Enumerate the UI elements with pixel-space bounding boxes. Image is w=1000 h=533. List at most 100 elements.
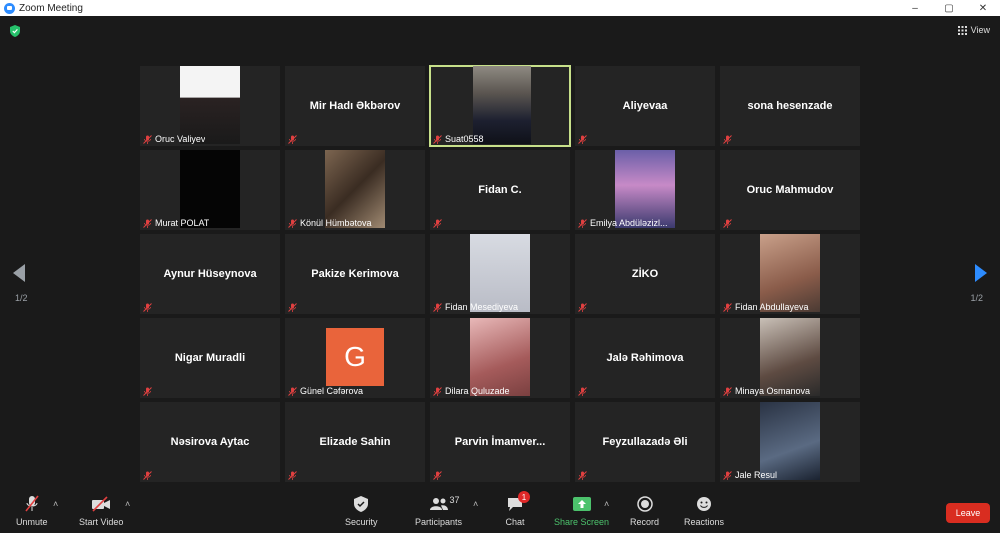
participant-video xyxy=(470,318,530,396)
share-screen-label: Share Screen xyxy=(554,517,610,527)
muted-mic-icon xyxy=(433,302,442,312)
participant-tile[interactable]: Suat0558 xyxy=(429,65,571,147)
close-button[interactable]: ✕ xyxy=(966,0,1000,16)
participant-name: Suat0558 xyxy=(445,134,484,144)
start-video-button[interactable]: Start Video xyxy=(79,494,123,527)
participant-tile[interactable]: Nəsirova Aytac xyxy=(140,402,280,482)
share-options-caret-icon[interactable]: ˄ xyxy=(604,499,609,509)
muted-mic-icon xyxy=(143,387,152,396)
muted-mic-icon xyxy=(433,219,442,228)
next-page-arrow-icon[interactable] xyxy=(975,264,987,282)
participant-mute-status xyxy=(143,471,152,480)
participant-name: Könül Hümbətova xyxy=(300,218,372,228)
participant-name: Murat POLAT xyxy=(155,218,210,228)
participant-name: Jale Resul xyxy=(735,470,778,480)
participant-label: Fidan Abdullayeva xyxy=(723,302,809,312)
participant-tile[interactable]: Minaya Osmanova xyxy=(720,318,860,398)
muted-mic-icon xyxy=(288,135,297,144)
participant-tile[interactable]: Feyzullazadə Əli xyxy=(575,402,715,482)
muted-mic-icon xyxy=(578,387,587,396)
participant-name: ZİKO xyxy=(631,268,659,280)
participants-count: 37 xyxy=(449,495,460,505)
participant-tile[interactable]: Emilya Abdüləzizl... xyxy=(575,150,715,230)
participant-tile[interactable]: Jalə Rəhimova xyxy=(575,318,715,398)
participant-name: Pakize Kerimova xyxy=(311,268,399,280)
participant-video xyxy=(180,150,240,228)
participant-name: Oruc Valiyev xyxy=(155,134,206,144)
audio-options-caret-icon[interactable]: ˄ xyxy=(53,499,58,509)
muted-mic-icon xyxy=(433,134,442,144)
participant-name: Feyzullazadə Əli xyxy=(602,436,688,448)
chat-button[interactable]: 1 Chat xyxy=(505,491,530,527)
participant-video xyxy=(615,150,675,228)
security-button[interactable]: Security xyxy=(345,494,378,527)
participant-name: Fidan Mesediyeva xyxy=(445,302,519,312)
participant-name: Günel Cəfərova xyxy=(300,386,364,396)
meeting-toolbar: Unmute ˄ Start Video ˄ Security 37 Parti… xyxy=(0,490,1000,533)
participant-mute-status xyxy=(288,135,297,144)
security-label: Security xyxy=(345,517,378,527)
participants-options-caret-icon[interactable]: ˄ xyxy=(473,499,478,509)
participant-name: Emilya Abdüləzizl... xyxy=(590,218,668,228)
minimize-button[interactable]: – xyxy=(898,0,932,16)
participant-tile[interactable]: Fidan Mesediyeva xyxy=(430,234,570,314)
muted-mic-icon xyxy=(143,471,152,480)
maximize-button[interactable]: ▢ xyxy=(932,0,966,16)
participants-button[interactable]: 37 Participants xyxy=(415,494,462,527)
unmute-label: Unmute xyxy=(16,517,48,527)
participant-tile[interactable]: Nigar Muradli xyxy=(140,318,280,398)
participant-tile[interactable]: Oruc Mahmudov xyxy=(720,150,860,230)
chat-bubble-icon: 1 xyxy=(505,491,530,514)
participant-label: Murat POLAT xyxy=(143,218,209,228)
video-options-caret-icon[interactable]: ˄ xyxy=(125,499,130,509)
participant-tile[interactable]: Dilara Quluzade xyxy=(430,318,570,398)
muted-mic-icon xyxy=(288,303,297,312)
participant-tile[interactable]: Murat POLAT xyxy=(140,150,280,230)
participant-tile[interactable]: Pakize Kerimova xyxy=(285,234,425,314)
participant-mute-status xyxy=(578,135,587,144)
participants-label: Participants xyxy=(415,517,463,527)
smiley-reactions-icon xyxy=(694,494,714,514)
participant-tile[interactable]: Aynur Hüseynova xyxy=(140,234,280,314)
record-button[interactable]: Record xyxy=(630,494,659,527)
participant-name: Fidan C. xyxy=(478,184,522,196)
muted-mic-icon xyxy=(578,471,587,480)
participant-tile[interactable]: sona hesenzade xyxy=(720,66,860,146)
chat-unread-badge: 1 xyxy=(518,491,530,503)
meeting-topbar: View xyxy=(0,16,1000,46)
encryption-shield-icon[interactable] xyxy=(10,25,20,37)
participant-mute-status xyxy=(143,387,152,396)
participant-label: Emilya Abdüləzizl... xyxy=(578,218,668,228)
view-button[interactable]: View xyxy=(957,25,990,35)
participant-tile[interactable]: Oruc Valiyev xyxy=(140,66,280,146)
participant-tile[interactable]: Mir Hadı Əkbərov xyxy=(285,66,425,146)
record-label: Record xyxy=(630,517,660,527)
previous-page-arrow-icon[interactable] xyxy=(13,264,25,282)
share-screen-button[interactable]: Share Screen xyxy=(554,494,609,527)
participant-tile[interactable]: Könül Hümbətova xyxy=(285,150,425,230)
participant-label: Fidan Mesediyeva xyxy=(433,302,518,312)
participant-tile[interactable]: Elizade Sahin xyxy=(285,402,425,482)
muted-mic-icon xyxy=(143,303,152,312)
participant-tile[interactable]: Parvin İmamver... xyxy=(430,402,570,482)
title-bar: Zoom Meeting – ▢ ✕ xyxy=(0,0,1000,16)
participant-label: Jale Resul xyxy=(723,470,777,480)
reactions-button[interactable]: Reactions xyxy=(684,494,724,527)
participant-video xyxy=(473,66,531,144)
participant-avatar: G xyxy=(326,328,384,386)
page-indicator-left: 1/2 xyxy=(15,293,28,303)
participant-video xyxy=(325,150,385,228)
page-indicator-right: 1/2 xyxy=(970,293,983,303)
participant-tile[interactable]: Aliyevaa xyxy=(575,66,715,146)
participant-tile[interactable]: G Günel Cəfərova xyxy=(285,318,425,398)
muted-mic-icon xyxy=(143,134,152,144)
participant-label: Dilara Quluzade xyxy=(433,386,510,396)
participant-tile[interactable]: ZİKO xyxy=(575,234,715,314)
leave-button[interactable]: Leave xyxy=(946,503,990,523)
participant-tile[interactable]: Fidan Abdullayeva xyxy=(720,234,860,314)
participant-tile[interactable]: Fidan C. xyxy=(430,150,570,230)
unmute-button[interactable]: Unmute xyxy=(16,494,48,527)
participant-tile[interactable]: Jale Resul xyxy=(720,402,860,482)
participant-video xyxy=(760,234,820,312)
participant-name: Minaya Osmanova xyxy=(735,386,811,396)
